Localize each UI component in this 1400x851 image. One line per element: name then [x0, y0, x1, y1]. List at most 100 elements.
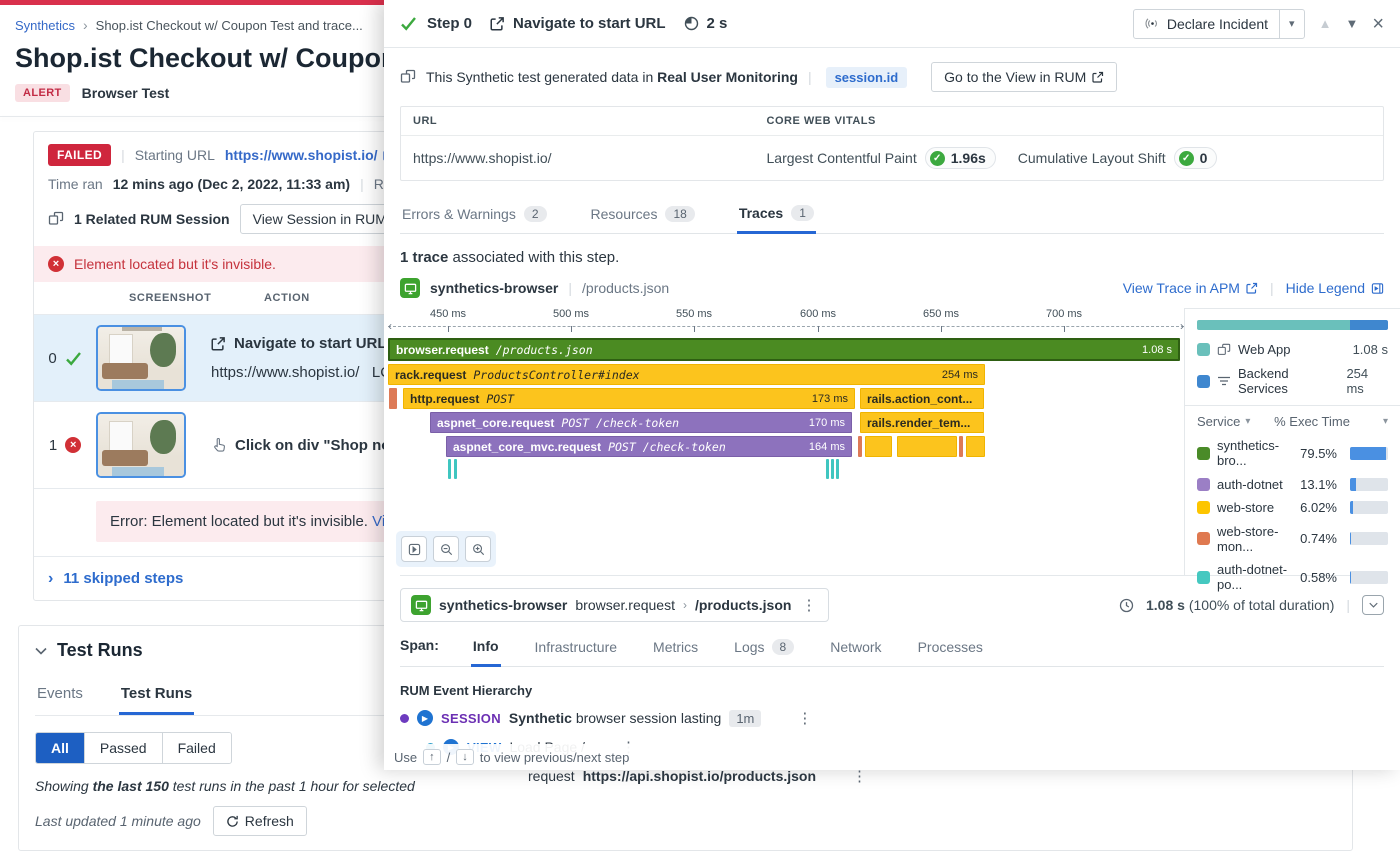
span-tab-logs[interactable]: Logs 8: [732, 635, 796, 665]
filter-failed-button[interactable]: Failed: [163, 733, 231, 763]
click-hand-icon: [211, 437, 227, 453]
flame-span-aspnet-core-request[interactable]: aspnet_core.requestPOST /check-token170 …: [430, 412, 852, 433]
clock-icon: [1119, 598, 1134, 613]
backend-services-legend-row: Backend Services 254 ms: [1197, 366, 1388, 396]
axis-label: 550 ms: [676, 308, 712, 320]
view-trace-in-apm-link[interactable]: View Trace in APM: [1123, 280, 1258, 296]
flame-span-sliver[interactable]: [897, 436, 957, 457]
flame-span-rails-render-template[interactable]: rails.render_tem...: [860, 412, 984, 433]
kebab-menu-icon[interactable]: ⋮: [795, 709, 814, 727]
navigate-icon: [211, 336, 226, 351]
flame-span-aspnet-core-mvc-request[interactable]: aspnet_core_mvc.requestPOST /check-token…: [446, 436, 852, 457]
time-axis: ‹› 450 ms 500 ms 550 ms 600 ms 650 ms 70…: [388, 308, 1184, 334]
logs-count-badge: 8: [772, 639, 795, 655]
breadcrumb-divider: ›: [83, 17, 88, 33]
legend-service-row[interactable]: auth-dotnet-po... 0.58%: [1197, 562, 1388, 592]
zoom-out-button[interactable]: [433, 536, 459, 562]
span-breadcrumb-chip[interactable]: synthetics-browser browser.request › /pr…: [400, 588, 829, 622]
hide-legend-link[interactable]: Hide Legend: [1286, 280, 1384, 296]
span-tab-network[interactable]: Network: [828, 635, 883, 665]
breadcrumb-synthetics-link[interactable]: Synthetics: [15, 18, 75, 33]
starting-url-link[interactable]: https://www.shopist.io/: [225, 147, 395, 163]
flame-span-rack-request[interactable]: rack.requestProductsController#index254 …: [388, 364, 985, 385]
go-to-view-in-rum-button[interactable]: Go to the View in RUM: [931, 62, 1117, 92]
session-dot: [400, 714, 409, 723]
flame-span-sliver[interactable]: [865, 436, 892, 457]
flamegraph-zoom-controls: [396, 531, 496, 567]
span-tab-info[interactable]: Info: [471, 634, 501, 667]
session-row[interactable]: ▶ SESSION Synthetic browser session last…: [400, 709, 1384, 727]
span-tab-infrastructure[interactable]: Infrastructure: [533, 635, 619, 665]
flame-span-db-query[interactable]: [826, 459, 829, 479]
collapse-panel-button[interactable]: [1362, 595, 1384, 615]
lcp-label: Largest Contentful Paint: [767, 150, 917, 166]
tab-count-badge: 18: [665, 206, 694, 222]
panel-right-icon: [1371, 282, 1384, 295]
service-column-header[interactable]: Service: [1197, 414, 1240, 429]
span-tab-metrics[interactable]: Metrics: [651, 635, 700, 665]
exec-time-bar: [1350, 501, 1388, 514]
declare-incident-caret[interactable]: ▾: [1279, 10, 1304, 38]
chevron-right-icon: ›: [48, 571, 53, 587]
tab-test-runs[interactable]: Test Runs: [119, 677, 194, 715]
axis-label: 450 ms: [430, 308, 466, 320]
core-web-vitals-table: URL CORE WEB VITALS https://www.shopist.…: [400, 106, 1384, 181]
flame-span-sliver[interactable]: [959, 436, 963, 457]
span-tab-processes[interactable]: Processes: [916, 635, 985, 665]
flame-span-db-query[interactable]: [454, 459, 457, 479]
siren-icon: [1145, 16, 1160, 31]
legend-service-row[interactable]: auth-dotnet 13.1%: [1197, 477, 1388, 492]
refresh-icon: [226, 815, 239, 828]
time-ran-label: Time ran: [48, 176, 103, 192]
exec-time-bar: [1350, 571, 1388, 584]
tab-errors-warnings[interactable]: Errors & Warnings2: [400, 199, 549, 233]
zoom-in-button[interactable]: [465, 536, 491, 562]
step-detail-tabs: Errors & Warnings2 Resources18 Traces1: [400, 199, 1384, 234]
kebab-menu-icon[interactable]: ⋮: [799, 596, 818, 614]
step-number: Step 0: [427, 15, 472, 32]
flamegraph[interactable]: ‹› 450 ms 500 ms 550 ms 600 ms 650 ms 70…: [388, 308, 1184, 575]
tab-resources[interactable]: Resources18: [589, 199, 697, 233]
next-step-button[interactable]: ▼: [1345, 16, 1358, 31]
resource-name: /products.json: [582, 280, 669, 296]
previous-step-button[interactable]: ▲: [1319, 16, 1332, 31]
web-app-swatch: [1197, 343, 1210, 356]
refresh-button[interactable]: Refresh: [213, 806, 307, 836]
flame-span-monitor-sliver[interactable]: [389, 388, 397, 409]
web-app-icon: [1217, 343, 1231, 357]
check-circle-icon: ✓: [930, 151, 945, 166]
legend-service-row[interactable]: web-store 6.02%: [1197, 500, 1388, 515]
flame-span-sliver[interactable]: [966, 436, 985, 457]
exec-time-column-header[interactable]: % Exec Time: [1274, 414, 1350, 429]
play-icon[interactable]: ▶: [417, 710, 433, 726]
flame-span-browser-request[interactable]: browser.request/products.json1.08 s: [388, 338, 1180, 361]
step-index: 0: [48, 350, 56, 367]
trace-legend: Web App 1.08 s Backend Services 254 ms S…: [1184, 308, 1400, 575]
flame-span-rails-action-controller[interactable]: rails.action_cont...: [860, 388, 984, 409]
minimap-toggle-button[interactable]: [401, 536, 427, 562]
declare-incident-button[interactable]: Declare Incident: [1134, 10, 1279, 38]
flame-span-sliver[interactable]: [858, 436, 862, 457]
axis-label: 650 ms: [923, 308, 959, 320]
span-detail-tabs: Span: Info Infrastructure Metrics Logs 8…: [400, 634, 1384, 667]
flame-span-db-query[interactable]: [831, 459, 834, 479]
axis-label: 600 ms: [800, 308, 836, 320]
tab-events[interactable]: Events: [35, 677, 85, 715]
rum-generated-banner: This Synthetic test generated data in Re…: [400, 62, 1384, 92]
view-session-in-rum-button[interactable]: View Session in RUM: [240, 204, 400, 234]
check-circle-icon: ✓: [1179, 151, 1194, 166]
session-id-pill[interactable]: session.id: [826, 67, 908, 88]
tab-traces[interactable]: Traces1: [737, 199, 816, 234]
step-screenshot[interactable]: [96, 325, 186, 391]
navigate-icon: [490, 16, 505, 31]
filter-all-button[interactable]: All: [36, 733, 85, 763]
filter-passed-button[interactable]: Passed: [85, 733, 163, 763]
step-screenshot[interactable]: [96, 412, 186, 478]
legend-service-row[interactable]: synthetics-bro... 79.5%: [1197, 438, 1388, 468]
flame-span-db-query[interactable]: [448, 459, 451, 479]
close-panel-icon[interactable]: ×: [1372, 14, 1384, 34]
column-header-action: ACTION: [239, 292, 310, 304]
flame-span-http-request[interactable]: http.requestPOST173 ms: [403, 388, 855, 409]
legend-service-row[interactable]: web-store-mon... 0.74%: [1197, 524, 1388, 554]
flame-span-db-query[interactable]: [836, 459, 839, 479]
